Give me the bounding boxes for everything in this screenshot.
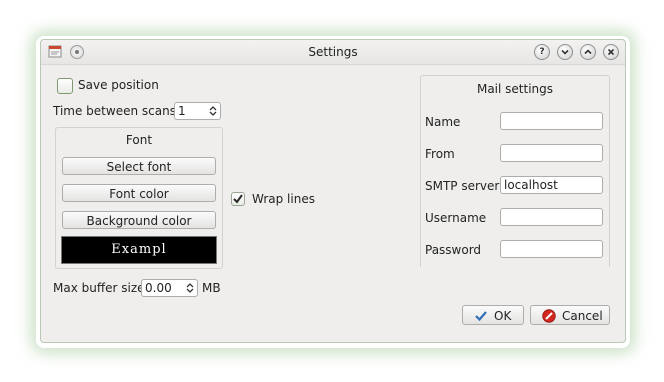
max-buffer-size-value: 0.00 [145,281,172,295]
mail-username-label: Username [425,211,487,225]
settings-window: Settings ? Save position Time between sc… [40,39,626,343]
title-bar[interactable]: Settings ? [41,40,625,65]
minimize-icon[interactable] [557,44,573,60]
font-color-button[interactable]: Font color [62,184,216,202]
spin-arrows-icon[interactable] [185,281,195,295]
wrap-lines-checkbox[interactable] [231,192,245,206]
ok-check-icon [475,311,487,322]
mail-settings-title: Mail settings [476,82,554,96]
smtp-server-field[interactable]: localhost [500,176,603,194]
cancel-label: Cancel [562,309,603,323]
cancel-icon [542,309,556,323]
save-position-label: Save position [78,78,159,92]
mail-password-field[interactable] [500,240,603,258]
max-buffer-unit: MB [202,281,221,295]
max-buffer-size-spinbox[interactable]: 0.00 [141,279,198,297]
mail-from-label: From [425,147,455,161]
close-icon[interactable] [603,44,619,60]
background-color-button[interactable]: Background color [62,211,216,229]
mail-password-label: Password [425,243,482,257]
save-position-checkbox[interactable] [57,78,73,94]
font-group-title: Font [125,133,153,147]
font-example-preview: Exampl [61,236,217,264]
help-icon[interactable]: ? [534,44,550,60]
ok-button[interactable]: OK [462,305,524,325]
max-buffer-size-label: Max buffer size [53,281,145,295]
time-between-scans-spinbox[interactable]: 1 [174,102,221,120]
time-between-scans-value: 1 [178,104,186,118]
time-between-scans-label: Time between scans [53,104,176,118]
ok-label: OK [494,309,512,323]
spin-arrows-icon[interactable] [208,104,218,118]
checkmark-icon [233,194,243,204]
mail-name-label: Name [425,115,461,129]
wrap-lines-label: Wrap lines [252,192,315,206]
cancel-button[interactable]: Cancel [530,305,610,325]
mail-username-field[interactable] [500,208,603,226]
mail-name-field[interactable] [500,112,603,130]
select-font-button[interactable]: Select font [62,157,216,175]
mail-from-field[interactable] [500,144,603,162]
mail-settings-groupbox: Mail settings Name From SMTP server loca… [420,75,610,267]
smtp-server-label: SMTP server [425,179,500,193]
maximize-icon[interactable] [580,44,596,60]
font-groupbox: Font Select font Font color Background c… [55,127,223,269]
